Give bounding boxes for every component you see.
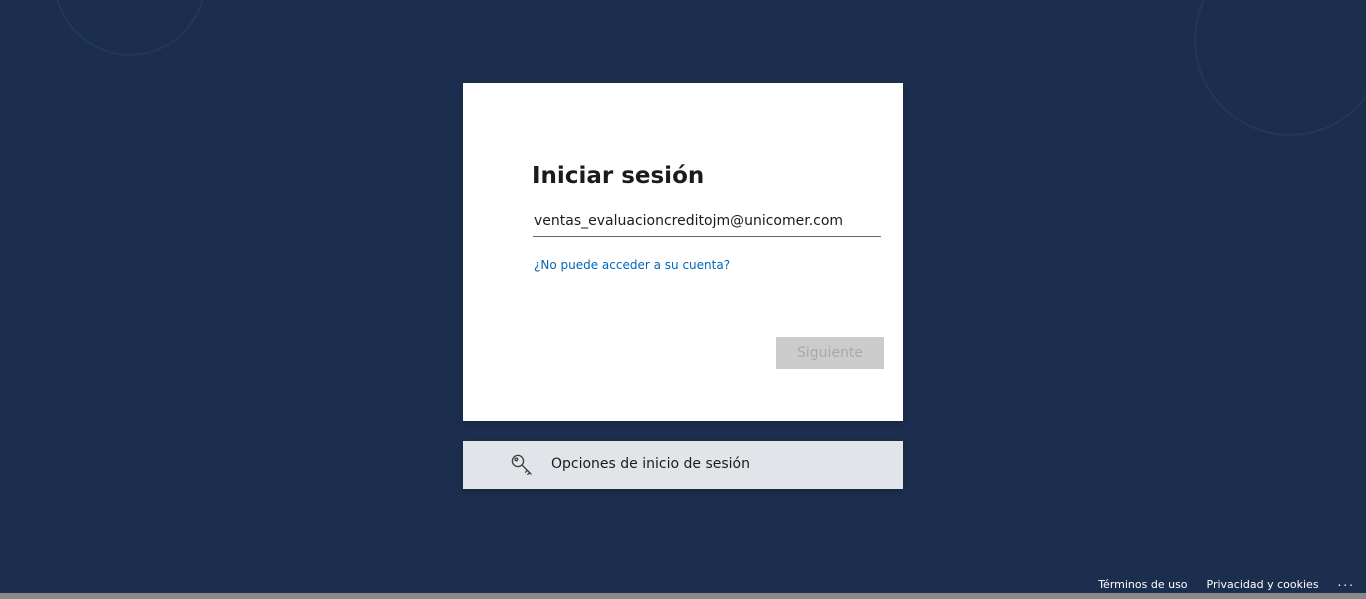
next-button[interactable]: Siguiente: [776, 337, 884, 369]
page-title: Iniciar sesión: [532, 163, 705, 189]
bottom-strip: [0, 593, 1366, 599]
key-icon: [511, 454, 532, 476]
email-field[interactable]: [533, 209, 881, 237]
signin-options-label: Opciones de inicio de sesión: [551, 456, 750, 472]
signin-options-button[interactable]: Opciones de inicio de sesión: [463, 441, 903, 489]
privacy-link[interactable]: Privacidad y cookies: [1207, 578, 1319, 591]
more-options-icon[interactable]: ...: [1338, 575, 1355, 589]
footer: Términos de uso Privacidad y cookies ...: [1098, 575, 1366, 593]
signin-card: Iniciar sesión ¿No puede acceder a su cu…: [463, 83, 903, 421]
terms-link[interactable]: Términos de uso: [1098, 578, 1187, 591]
cant-access-account-link[interactable]: ¿No puede acceder a su cuenta?: [534, 258, 730, 272]
